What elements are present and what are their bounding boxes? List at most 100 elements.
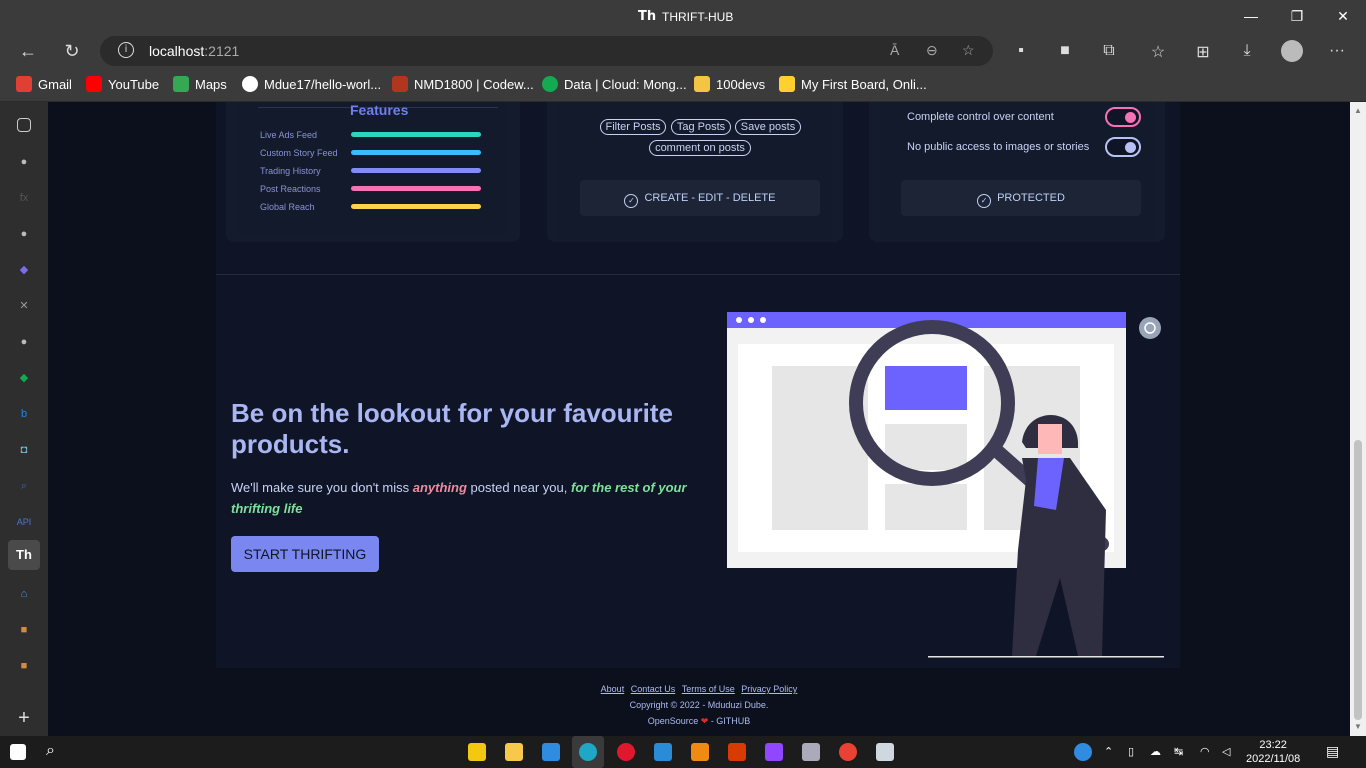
- bookmark-label: Gmail: [38, 77, 72, 92]
- tab-icon[interactable]: fx: [14, 188, 34, 208]
- language-icon[interactable]: ↹: [1174, 745, 1183, 758]
- bookmark-100devs[interactable]: 100devs: [694, 76, 765, 92]
- bookmark-youtube[interactable]: YouTube: [86, 76, 159, 92]
- hero-heading: Be on the lookout for your favourite pro…: [231, 398, 674, 459]
- lens-icon: [1139, 317, 1161, 339]
- onedrive-icon[interactable]: ☁: [1150, 745, 1161, 758]
- features-inner: Features Live Ads Feed Custom Story Feed…: [236, 102, 508, 234]
- opera-icon[interactable]: [617, 743, 635, 761]
- wifi-icon[interactable]: ◠: [1200, 745, 1210, 758]
- tab-icon[interactable]: ✕: [14, 296, 34, 316]
- bookmark-github[interactable]: Mdue17/hello-worl...: [242, 76, 381, 92]
- window-dot: [748, 317, 754, 323]
- feature-bar: [351, 168, 481, 173]
- thrifthub-tab-icon[interactable]: Th: [8, 540, 40, 570]
- close-button[interactable]: ✕: [1328, 8, 1358, 25]
- address-bar[interactable]: i localhost:2121 Ā ⊖ ☆: [100, 36, 993, 66]
- url-port: :2121: [204, 43, 240, 59]
- page-scrollbar[interactable]: ▲ ▼: [1350, 102, 1366, 736]
- taskbar-app-icon[interactable]: [802, 743, 820, 761]
- tab-icon[interactable]: ⌂: [14, 584, 34, 604]
- private-images-toggle[interactable]: [1105, 137, 1141, 157]
- box-icon[interactable]: ■: [14, 656, 34, 676]
- extension-2-icon[interactable]: ■: [1054, 42, 1076, 60]
- start-thrifting-button[interactable]: START THRIFTING: [231, 536, 379, 572]
- tab-actions-icon[interactable]: [17, 118, 31, 132]
- profile-avatar[interactable]: [1281, 40, 1303, 62]
- bing-icon[interactable]: b: [14, 404, 34, 424]
- more-menu-icon[interactable]: ···: [1326, 42, 1348, 60]
- add-favorite-icon[interactable]: ☆: [962, 42, 975, 59]
- github-icon[interactable]: ●: [14, 224, 34, 244]
- search-icon[interactable]: ⌕: [14, 476, 34, 496]
- scroll-up-arrow[interactable]: ▲: [1354, 106, 1362, 115]
- extensions-icon[interactable]: ⧉: [1098, 42, 1120, 60]
- minimize-button[interactable]: —: [1236, 8, 1266, 24]
- vscode-icon[interactable]: [654, 743, 672, 761]
- zoom-icon[interactable]: ⊖: [926, 42, 938, 59]
- notifications-icon[interactable]: ▤: [1326, 743, 1339, 760]
- site-info-icon[interactable]: i: [118, 42, 134, 58]
- edge-icon[interactable]: [579, 743, 597, 761]
- read-aloud-icon[interactable]: Ā: [890, 42, 899, 58]
- bookmark-codewars[interactable]: NMD1800 | Codew...: [392, 76, 534, 92]
- reload-button[interactable]: ↻: [60, 40, 84, 62]
- bookmark-label: NMD1800 | Codew...: [414, 77, 534, 92]
- about-link[interactable]: About: [601, 684, 625, 694]
- chrome-icon[interactable]: [839, 743, 857, 761]
- twitch-icon[interactable]: [765, 743, 783, 761]
- add-tab-icon[interactable]: +: [14, 708, 34, 728]
- bookmark-maps[interactable]: Maps: [173, 76, 227, 92]
- page-viewport: Features Live Ads Feed Custom Story Feed…: [48, 102, 1350, 736]
- back-button[interactable]: ←: [16, 40, 40, 62]
- box-icon[interactable]: ■: [14, 620, 34, 640]
- bookmark-label: Data | Cloud: Mong...: [564, 77, 687, 92]
- start-button[interactable]: [10, 744, 26, 760]
- bookmark-gmail[interactable]: Gmail: [16, 76, 72, 92]
- scroll-down-arrow[interactable]: ▼: [1354, 722, 1362, 731]
- mail-icon[interactable]: [542, 743, 560, 761]
- bookmark-label: 100devs: [716, 77, 766, 92]
- heart-icon: ❤: [700, 716, 709, 726]
- privacy-link[interactable]: Privacy Policy: [741, 684, 797, 694]
- tab-icon[interactable]: ◆: [14, 260, 34, 280]
- extension-icon[interactable]: ▪: [1010, 42, 1032, 60]
- mongodb-icon[interactable]: ◆: [14, 368, 34, 388]
- vlc-icon[interactable]: [691, 743, 709, 761]
- help-icon[interactable]: [1074, 743, 1092, 761]
- terms-link[interactable]: Terms of Use: [682, 684, 735, 694]
- github-icon[interactable]: ●: [14, 332, 34, 352]
- control-content-toggle[interactable]: [1105, 107, 1141, 127]
- github-icon[interactable]: ●: [14, 152, 34, 172]
- clock-date: 2022/11/08: [1246, 753, 1301, 765]
- restore-button[interactable]: ❐: [1282, 8, 1312, 25]
- bookmarks-bar: Gmail YouTube Maps Mdue17/hello-worl... …: [0, 68, 1366, 102]
- scroll-thumb[interactable]: [1354, 440, 1362, 720]
- create-edit-delete-label: CREATE - EDIT - DELETE: [644, 192, 776, 204]
- contact-link[interactable]: Contact Us: [631, 684, 676, 694]
- device-icon[interactable]: ▯: [1128, 745, 1134, 758]
- office-icon[interactable]: [728, 743, 746, 761]
- bookmark-mongodb[interactable]: Data | Cloud: Mong...: [542, 76, 687, 92]
- url-text[interactable]: localhost:2121: [149, 43, 239, 59]
- api-icon[interactable]: API: [14, 512, 34, 532]
- github-link[interactable]: - GITHUB: [711, 716, 751, 726]
- downloads-icon[interactable]: ⤓: [1236, 42, 1258, 60]
- taskbar-app-icon[interactable]: [468, 743, 486, 761]
- search-icon[interactable]: ⌕: [46, 742, 55, 760]
- bookmark-miro[interactable]: My First Board, Onli...: [779, 76, 927, 92]
- show-hidden-icons[interactable]: ⌃: [1104, 745, 1113, 758]
- feature-label: Trading History: [260, 166, 321, 176]
- control-content-label: Complete control over content: [907, 111, 1054, 123]
- tab-icon[interactable]: ◘: [14, 440, 34, 460]
- notepad-icon[interactable]: [876, 743, 894, 761]
- favorites-icon[interactable]: ☆: [1147, 42, 1169, 62]
- feature-label: Global Reach: [260, 202, 315, 212]
- window-dot: [736, 317, 742, 323]
- collections-icon[interactable]: ⊞: [1192, 42, 1214, 62]
- taskbar-clock[interactable]: 23:22 2022/11/08: [1246, 738, 1300, 766]
- protected-button[interactable]: ✓ PROTECTED: [901, 180, 1141, 216]
- volume-icon[interactable]: ◁: [1222, 745, 1230, 758]
- file-explorer-icon[interactable]: [505, 743, 523, 761]
- create-edit-delete-button[interactable]: ✓ CREATE - EDIT - DELETE: [580, 180, 820, 216]
